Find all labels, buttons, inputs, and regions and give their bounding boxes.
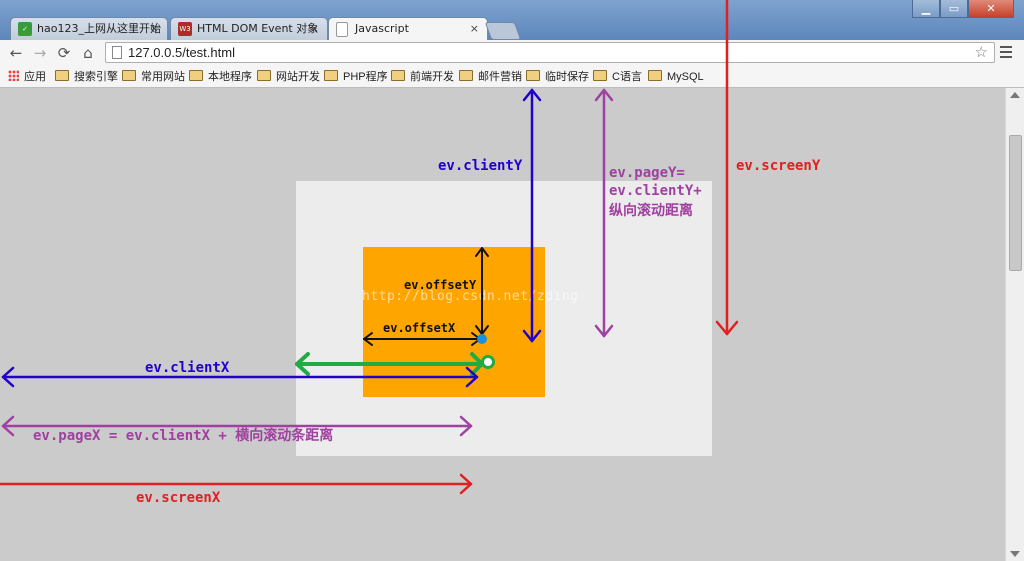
screen-x-label: ev.screenX xyxy=(136,490,221,506)
page-y-label-line2: ev.clientY+ xyxy=(609,183,702,199)
offset-y-label: ev.offsetY xyxy=(404,278,477,292)
screen-y-label: ev.screenY xyxy=(736,158,821,174)
offset-x-label: ev.offsetX xyxy=(383,321,456,335)
client-x-arrow xyxy=(1,366,479,388)
page-y-label-line3: 纵向滚动距离 xyxy=(609,203,693,219)
page-y-label-line1: ev.pageY= xyxy=(609,165,685,181)
page-x-label: ev.pageX = ev.clientX + 横向滚动条距离 xyxy=(33,428,334,444)
offset-origin-point xyxy=(477,334,487,344)
arrows-overlay xyxy=(0,0,739,495)
client-y-arrow xyxy=(522,88,542,343)
scroll-offset-arrow xyxy=(295,352,484,376)
offset-y-arrow xyxy=(475,247,489,335)
client-x-label: ev.clientX xyxy=(145,360,230,376)
click-point-marker xyxy=(481,355,495,369)
client-y-label: ev.clientY xyxy=(438,158,523,174)
screen-x-arrow xyxy=(0,473,473,495)
screen-y-arrow xyxy=(715,0,739,336)
